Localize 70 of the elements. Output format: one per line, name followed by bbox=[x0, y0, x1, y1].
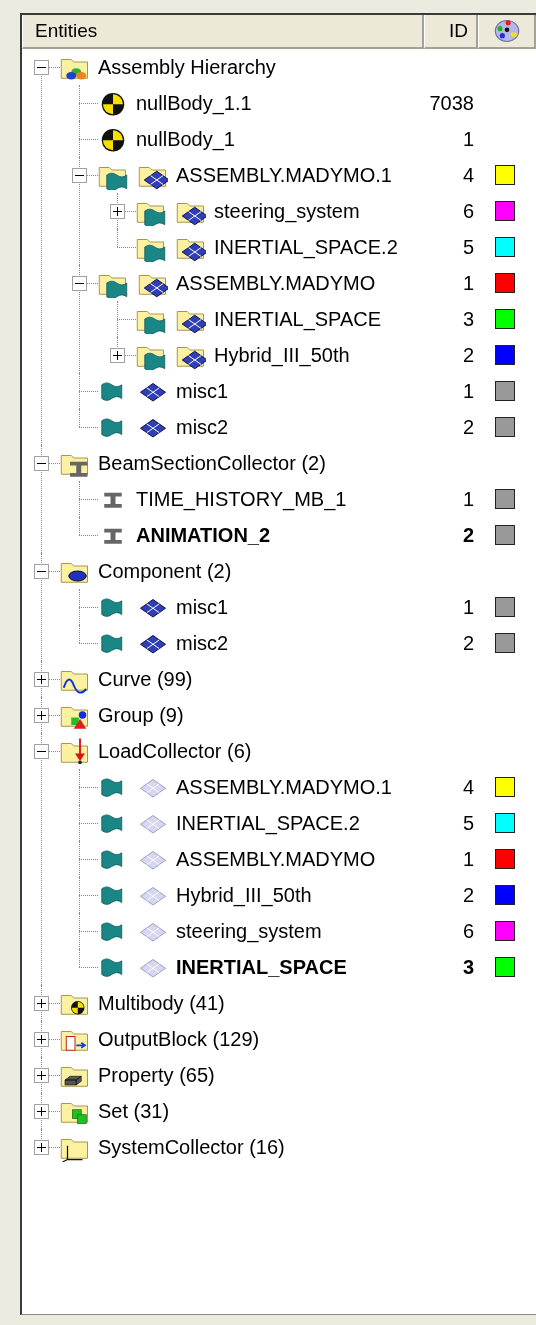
tree-item[interactable]: nullBody_1.1 bbox=[136, 91, 414, 115]
id-value: 1 bbox=[461, 487, 474, 511]
tree-item[interactable]: Assembly Hierarchy bbox=[98, 55, 536, 79]
tree-item[interactable]: ASSEMBLY.MADYMO bbox=[176, 271, 414, 295]
column-header[interactable]: Entities bbox=[22, 15, 424, 49]
expand-toggle[interactable] bbox=[33, 743, 49, 759]
tree-item[interactable]: OutputBlock (129) bbox=[98, 1027, 536, 1051]
id-value: 5 bbox=[461, 811, 474, 835]
expand-toggle[interactable] bbox=[33, 563, 49, 579]
tree-item[interactable]: TIME_HISTORY_MB_1 bbox=[136, 487, 414, 511]
tree-item[interactable]: INERTIAL_SPACE.2 bbox=[214, 235, 414, 259]
tree-item[interactable]: ASSEMBLY.MADYMO.1 bbox=[176, 163, 414, 187]
tree-item[interactable]: Property (65) bbox=[98, 1063, 536, 1087]
palette-icon[interactable] bbox=[492, 18, 521, 44]
tree-item[interactable]: Component (2) bbox=[98, 559, 536, 583]
expand-toggle[interactable] bbox=[71, 167, 87, 183]
id-value: 1 bbox=[461, 271, 474, 295]
column-header[interactable]: ID bbox=[424, 15, 478, 49]
id-value: 2 bbox=[461, 523, 474, 547]
id-value: 4 bbox=[461, 775, 474, 799]
tree-item[interactable]: BeamSectionCollector (2) bbox=[98, 451, 536, 475]
tree-item[interactable]: Hybrid_III_50th bbox=[176, 883, 414, 907]
expand-toggle[interactable] bbox=[33, 455, 49, 471]
expand-toggle[interactable] bbox=[33, 59, 49, 75]
tree-item[interactable]: ANIMATION_2 bbox=[136, 523, 414, 547]
tree-item[interactable]: LoadCollector (6) bbox=[98, 739, 536, 763]
tree-item[interactable]: misc1 bbox=[176, 595, 414, 619]
tree-item[interactable]: INERTIAL_SPACE bbox=[214, 307, 414, 331]
folder-arrow-icon bbox=[60, 736, 90, 766]
tree-item[interactable]: INERTIAL_SPACE bbox=[176, 955, 414, 979]
id-value: 1 bbox=[461, 379, 474, 403]
id-value: 2 bbox=[461, 415, 474, 439]
id-value: 3 bbox=[461, 955, 474, 979]
tree-item[interactable]: nullBody_1 bbox=[136, 127, 414, 151]
id-value: 3 bbox=[461, 307, 474, 331]
id-value: 6 bbox=[461, 919, 474, 943]
id-value: 2 bbox=[461, 343, 474, 367]
tree-item[interactable]: steering_system bbox=[176, 919, 414, 943]
tree-item[interactable]: ASSEMBLY.MADYMO bbox=[176, 847, 414, 871]
tree-item[interactable]: misc2 bbox=[176, 631, 414, 655]
expand-toggle[interactable] bbox=[33, 671, 49, 687]
tree-item[interactable]: steering_system bbox=[214, 199, 414, 223]
tree-item[interactable]: Group (9) bbox=[98, 703, 536, 727]
id-value: 6 bbox=[461, 199, 474, 223]
id-value: 2 bbox=[461, 883, 474, 907]
expand-toggle[interactable] bbox=[33, 1031, 49, 1047]
id-value: 4 bbox=[461, 163, 474, 187]
id-value: 2 bbox=[461, 631, 474, 655]
expand-toggle[interactable] bbox=[109, 203, 125, 219]
expand-toggle[interactable] bbox=[109, 347, 125, 363]
tree-item[interactable]: misc1 bbox=[176, 379, 414, 403]
expand-toggle[interactable] bbox=[33, 1139, 49, 1155]
id-value: 1 bbox=[461, 127, 474, 151]
tree-item[interactable]: Multibody (41) bbox=[98, 991, 536, 1015]
id-value: 5 bbox=[461, 235, 474, 259]
id-value: 1 bbox=[461, 595, 474, 619]
tree-item[interactable]: ASSEMBLY.MADYMO.1 bbox=[176, 775, 414, 799]
id-value: 1 bbox=[461, 847, 474, 871]
tree-item[interactable]: Set (31) bbox=[98, 1099, 536, 1123]
tree-item[interactable]: INERTIAL_SPACE.2 bbox=[176, 811, 414, 835]
id-value: 7038 bbox=[428, 91, 474, 115]
expand-toggle[interactable] bbox=[33, 995, 49, 1011]
expand-toggle[interactable] bbox=[71, 275, 87, 291]
expand-toggle[interactable] bbox=[33, 707, 49, 723]
tree-item[interactable]: SystemCollector (16) bbox=[98, 1135, 536, 1159]
expand-toggle[interactable] bbox=[33, 1067, 49, 1083]
expand-toggle[interactable] bbox=[33, 1103, 49, 1119]
tree-item[interactable]: Hybrid_III_50th bbox=[214, 343, 414, 367]
tree-item[interactable]: misc2 bbox=[176, 415, 414, 439]
tree-item[interactable]: Curve (99) bbox=[98, 667, 536, 691]
